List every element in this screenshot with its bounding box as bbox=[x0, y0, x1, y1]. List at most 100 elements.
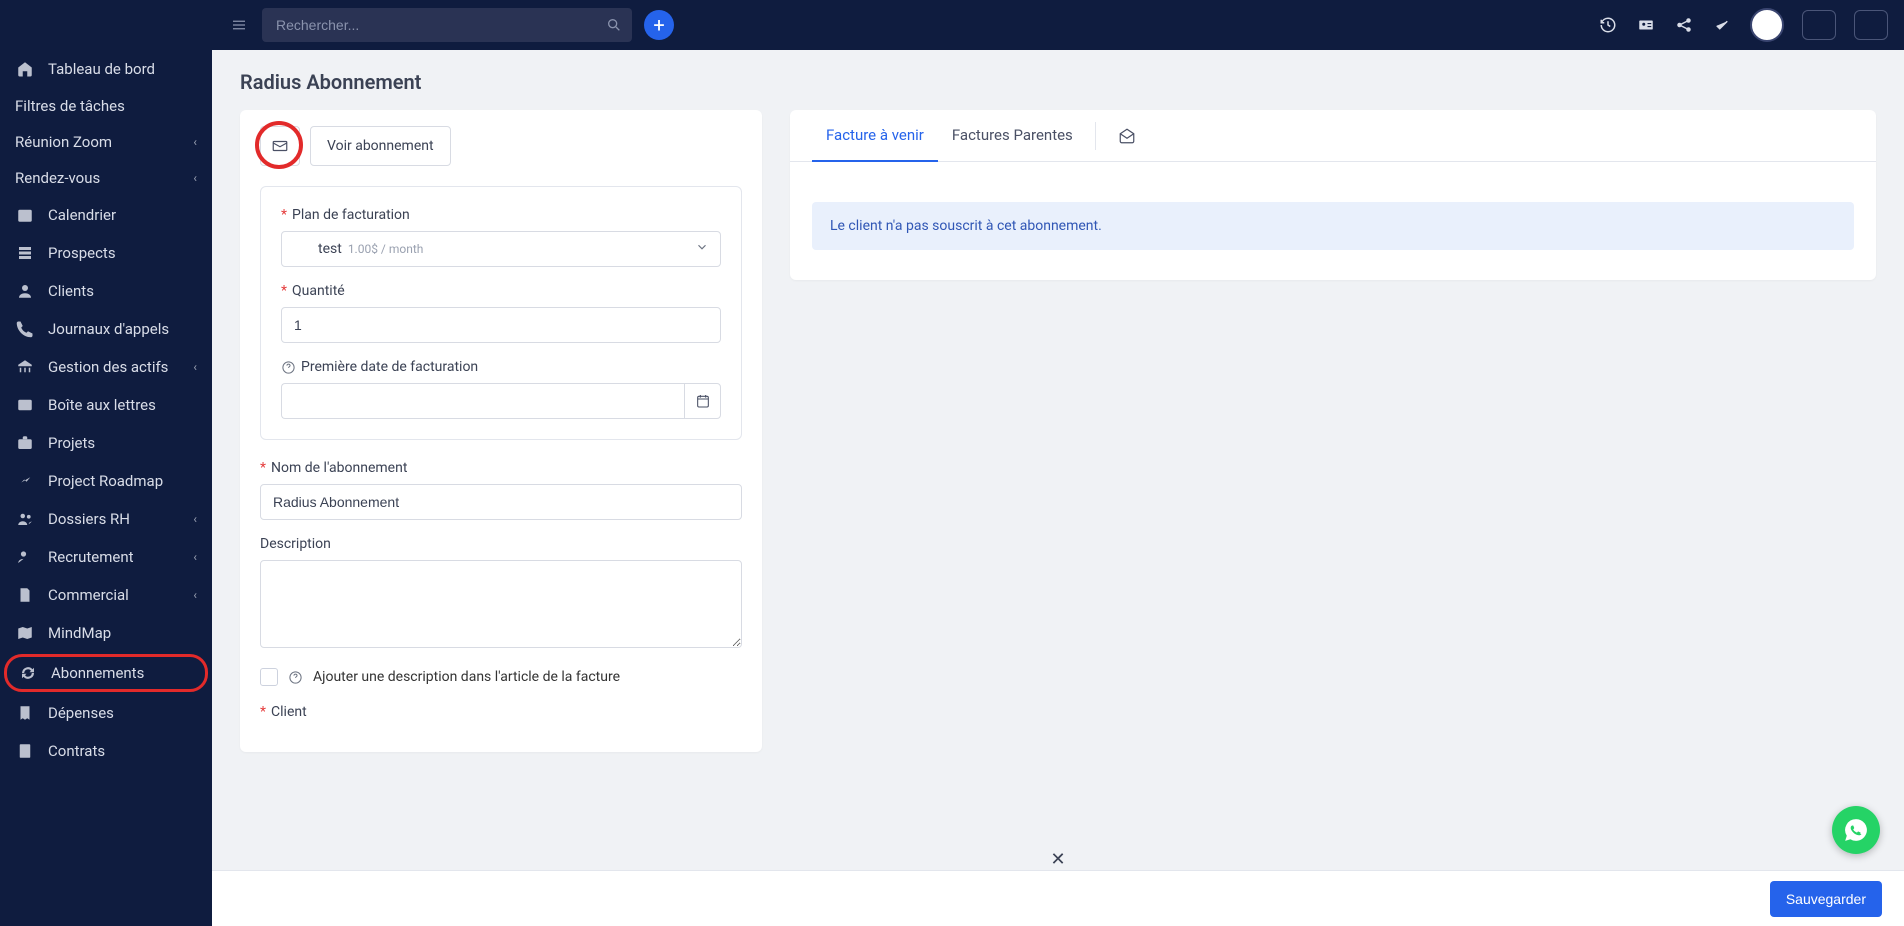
required-marker: * bbox=[281, 283, 287, 299]
user-icon bbox=[15, 281, 35, 301]
required-marker: * bbox=[281, 207, 287, 223]
whatsapp-icon bbox=[1843, 817, 1869, 843]
calendar-picker-button[interactable] bbox=[684, 383, 721, 419]
required-marker: * bbox=[260, 704, 266, 720]
help-icon bbox=[288, 670, 303, 685]
content-area: Radius Abonnement Voir abonnement bbox=[212, 50, 1904, 926]
chevron-down-icon bbox=[695, 240, 709, 258]
id-card-icon[interactable] bbox=[1636, 15, 1656, 35]
sidebar-item-label: Recrutement bbox=[48, 548, 134, 566]
file-icon bbox=[15, 585, 35, 605]
sidebar-item-label: Tableau de bord bbox=[48, 60, 155, 78]
sidebar-item-call-logs[interactable]: Journaux d'appels bbox=[0, 310, 212, 348]
quantity-input[interactable] bbox=[281, 307, 721, 343]
sidebar-item-label: Commercial bbox=[48, 586, 129, 604]
sidebar-item-label: Boîte aux lettres bbox=[48, 396, 156, 414]
sidebar-item-clients[interactable]: Clients bbox=[0, 272, 212, 310]
save-button[interactable]: Sauvegarder bbox=[1770, 881, 1882, 917]
footer-bar: ✕ Sauvegarder bbox=[212, 870, 1904, 926]
chevron-left-icon: ‹ bbox=[193, 588, 197, 602]
view-subscription-button[interactable]: Voir abonnement bbox=[310, 126, 451, 166]
sidebar-item-asset-management[interactable]: Gestion des actifs ‹ bbox=[0, 348, 212, 386]
subscription-form-card: Voir abonnement * Plan de facturation bbox=[240, 110, 762, 752]
sidebar-item-mailbox[interactable]: Boîte aux lettres bbox=[0, 386, 212, 424]
billing-plan-select[interactable]: test 1.00$ / month bbox=[281, 231, 721, 267]
subscription-name-input[interactable] bbox=[260, 484, 742, 520]
sidebar-item-label: Réunion Zoom bbox=[15, 133, 112, 151]
add-button[interactable]: + bbox=[644, 10, 674, 40]
sidebar-item-label: Abonnements bbox=[51, 664, 144, 682]
sidebar-item-label: Prospects bbox=[48, 244, 116, 262]
sidebar-item-label: Rendez-vous bbox=[15, 169, 100, 187]
sidebar-item-contracts[interactable]: Contrats bbox=[0, 732, 212, 770]
sidebar-item-appointments[interactable]: Rendez-vous ‹ bbox=[0, 160, 212, 196]
menu-icon bbox=[230, 16, 248, 34]
map-icon bbox=[15, 623, 35, 643]
contract-icon bbox=[15, 741, 35, 761]
sidebar-item-label: Dépenses bbox=[48, 704, 114, 722]
tab-upcoming-invoice[interactable]: Facture à venir bbox=[812, 110, 938, 162]
search-wrap bbox=[262, 8, 632, 42]
sidebar-item-hr-folders[interactable]: Dossiers RH ‹ bbox=[0, 500, 212, 538]
add-description-checkbox[interactable] bbox=[260, 668, 278, 686]
check-icon[interactable] bbox=[1712, 15, 1732, 35]
sidebar-item-subscriptions[interactable]: Abonnements bbox=[4, 654, 208, 692]
avatar[interactable] bbox=[1750, 8, 1784, 42]
subscription-name-label: * Nom de l'abonnement bbox=[260, 460, 742, 476]
stack-icon bbox=[15, 243, 35, 263]
tab-parent-invoices[interactable]: Factures Parentes bbox=[938, 110, 1087, 162]
sidebar-item-recruitment[interactable]: Recrutement ‹ bbox=[0, 538, 212, 576]
sidebar-item-label: Project Roadmap bbox=[48, 472, 163, 490]
tab-mail-icon[interactable] bbox=[1104, 115, 1150, 157]
calendar-icon bbox=[15, 205, 35, 225]
sidebar-item-label: Dossiers RH bbox=[48, 510, 130, 528]
sidebar-toggle-button[interactable] bbox=[228, 14, 250, 36]
chevron-left-icon: ‹ bbox=[193, 135, 197, 149]
chevron-left-icon: ‹ bbox=[193, 550, 197, 564]
sidebar-item-calendar[interactable]: Calendrier bbox=[0, 196, 212, 234]
select-subtext: 1.00$ / month bbox=[348, 242, 424, 256]
home-icon bbox=[15, 59, 35, 79]
share-icon[interactable] bbox=[1674, 15, 1694, 35]
sync-icon bbox=[18, 663, 38, 683]
topbar-control-1[interactable] bbox=[1802, 10, 1836, 40]
sidebar-item-mindmap[interactable]: MindMap bbox=[0, 614, 212, 652]
page-title: Radius Abonnement bbox=[240, 70, 1876, 94]
first-bill-date-label: Première date de facturation bbox=[281, 359, 721, 375]
description-label: Description bbox=[260, 536, 742, 552]
sidebar-item-prospects[interactable]: Prospects bbox=[0, 234, 212, 272]
plus-icon: + bbox=[653, 13, 664, 37]
tab-row: Facture à venir Factures Parentes bbox=[790, 110, 1876, 162]
sidebar-item-expenses[interactable]: Dépenses bbox=[0, 694, 212, 732]
chevron-left-icon: ‹ bbox=[193, 512, 197, 526]
sidebar-item-zoom-meeting[interactable]: Réunion Zoom ‹ bbox=[0, 124, 212, 160]
info-alert: Le client n'a pas souscrit à cet abonnem… bbox=[812, 202, 1854, 250]
whatsapp-float-button[interactable] bbox=[1832, 806, 1880, 854]
logo-area bbox=[0, 0, 212, 50]
invoices-panel: Facture à venir Factures Parentes Le cli… bbox=[790, 110, 1876, 280]
chevron-left-icon: ‹ bbox=[193, 171, 197, 185]
sidebar-item-task-filters[interactable]: Filtres de tâches bbox=[0, 88, 212, 124]
first-bill-date-input[interactable] bbox=[281, 383, 684, 419]
client-label: * Client bbox=[260, 704, 742, 720]
sidebar-item-commercial[interactable]: Commercial ‹ bbox=[0, 576, 212, 614]
mail-open-icon bbox=[1118, 127, 1136, 145]
topbar-control-2[interactable] bbox=[1854, 10, 1888, 40]
close-button[interactable]: ✕ bbox=[1044, 845, 1072, 873]
description-textarea[interactable] bbox=[260, 560, 742, 648]
mail-action-button[interactable] bbox=[260, 126, 300, 166]
history-icon[interactable] bbox=[1598, 15, 1618, 35]
sidebar-item-label: Clients bbox=[48, 282, 94, 300]
help-icon bbox=[281, 360, 296, 375]
search-icon[interactable] bbox=[606, 17, 622, 33]
sidebar-item-project-roadmap[interactable]: Project Roadmap bbox=[0, 462, 212, 500]
search-input[interactable] bbox=[262, 8, 632, 42]
mail-icon bbox=[271, 137, 289, 155]
topbar: + bbox=[212, 0, 1904, 50]
sidebar-item-dashboard[interactable]: Tableau de bord bbox=[0, 50, 212, 88]
sidebar-item-projects[interactable]: Projets bbox=[0, 424, 212, 462]
chart-icon bbox=[15, 471, 35, 491]
sidebar-item-label: Gestion des actifs bbox=[48, 358, 168, 376]
checkbox-label: Ajouter une description dans l'article d… bbox=[313, 669, 620, 685]
sidebar-item-label: Contrats bbox=[48, 742, 105, 760]
